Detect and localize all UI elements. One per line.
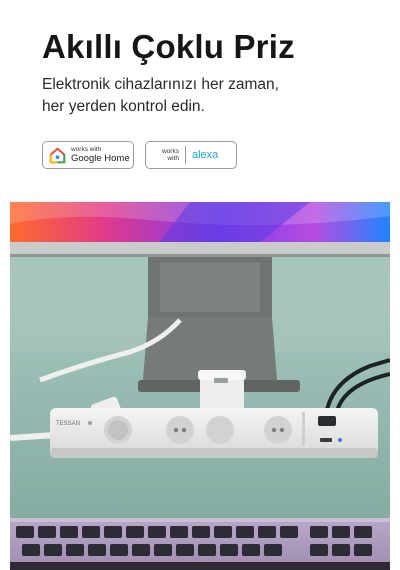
- page-title: Akıllı Çoklu Priz: [42, 28, 295, 65]
- google-home-badge[interactable]: works with Google Home: [42, 141, 134, 169]
- strip-brand-label: TESSAN: [56, 421, 80, 427]
- alexa-badge[interactable]: works with alexa: [145, 141, 237, 169]
- product-photo: TESSAN: [10, 202, 390, 570]
- google-home-icon: [49, 147, 66, 163]
- alexa-badge-divider: [184, 146, 186, 164]
- alexa-badge-name: alexa: [191, 149, 219, 161]
- alexa-badge-works: works: [162, 148, 179, 155]
- google-badge-name: Google Home: [71, 153, 130, 164]
- power-strip: TESSAN: [50, 408, 378, 458]
- monitor-screen: [10, 202, 390, 257]
- page-subtitle: Elektronik cihazlarınızı her zaman, her …: [42, 74, 362, 118]
- subtitle-line-2: her yerden kontrol edin.: [42, 98, 205, 115]
- google-badge-small-text: works with: [71, 146, 102, 153]
- keyboard: [10, 518, 390, 570]
- subtitle-line-1: Elektronik cihazlarınızı her zaman,: [42, 76, 279, 93]
- alexa-badge-with: with: [167, 155, 179, 162]
